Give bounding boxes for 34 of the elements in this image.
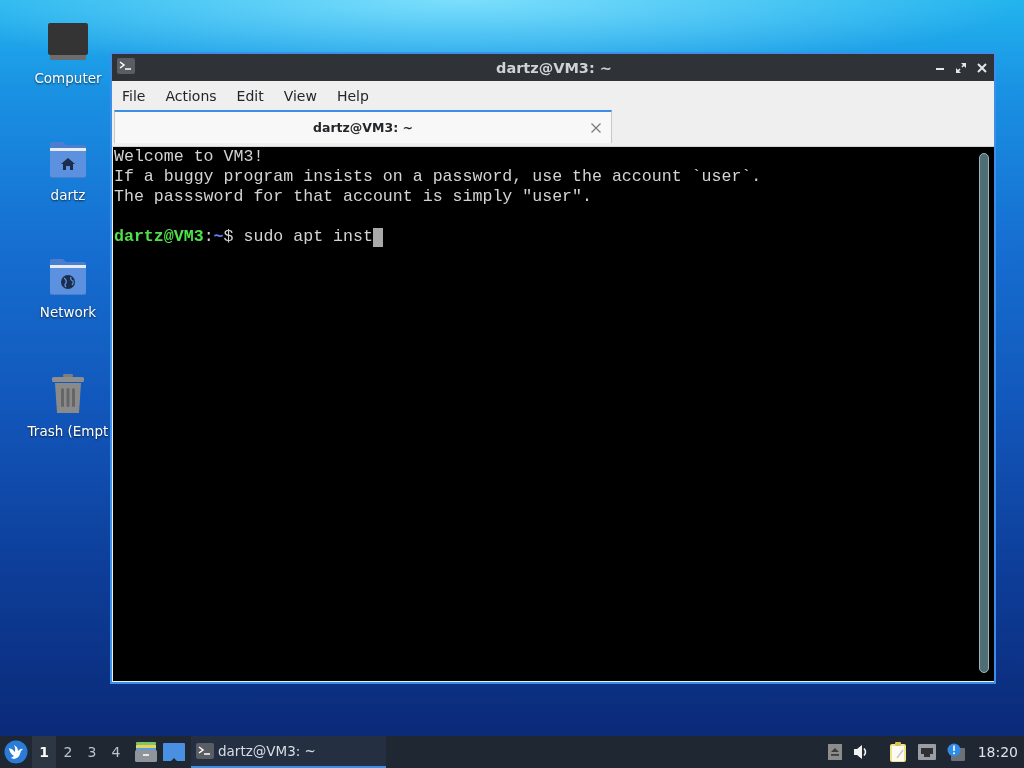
alert-icon[interactable] xyxy=(946,743,965,761)
home-folder-icon[interactable] xyxy=(48,139,88,179)
workspace-button[interactable]: 1 xyxy=(32,736,56,768)
shortcut-label[interactable]: Trash (Empt xyxy=(27,423,109,439)
network-port-icon[interactable] xyxy=(917,744,936,760)
terminal-output-line: If a buggy program insists on a password, use the account `user`. xyxy=(114,167,762,187)
command-text: sudo apt inst xyxy=(243,227,373,247)
scrollbar-thumb[interactable] xyxy=(979,153,989,673)
shell-prompt: dartz@VM3:~$ xyxy=(114,227,234,247)
menu-item[interactable]: Actions xyxy=(155,87,227,104)
shortcut-label[interactable]: Network xyxy=(39,304,97,320)
task-button[interactable]: dartz@VM3: ~ xyxy=(191,736,386,768)
window-title: dartz@VM3: ~ xyxy=(496,59,612,76)
terminal-output-line: The passsword for that account is simply "user". xyxy=(114,187,592,207)
workspace-button[interactable]: 3 xyxy=(80,736,104,768)
workspace-button[interactable]: 4 xyxy=(104,736,128,768)
terminal-output-line: Welcome to VM3! xyxy=(114,147,264,167)
terminal-tab[interactable]: dartz@VM3: ~ xyxy=(114,110,612,143)
clock-text[interactable]: 18:20 xyxy=(977,744,1018,760)
globe-folder-icon[interactable] xyxy=(48,256,88,296)
terminal-icon[interactable] xyxy=(196,743,214,759)
file-cabinet-icon[interactable] xyxy=(135,742,157,762)
menu-item[interactable]: Help xyxy=(326,87,379,104)
menu-item[interactable]: File xyxy=(112,87,156,104)
menu-item[interactable]: Edit xyxy=(226,87,274,104)
terminal-area[interactable]: Welcome to VM3! If a buggy program insists on a password, use the account `user`. The passsword for that account is simply "user". dartz@VM3:~$ sudo apt inst xyxy=(113,147,994,681)
clipboard-icon[interactable] xyxy=(888,742,907,762)
menu-item[interactable]: View xyxy=(273,87,327,104)
workspace-button[interactable]: 2 xyxy=(56,736,80,768)
speaker-icon[interactable] xyxy=(852,744,869,760)
monitor-icon[interactable] xyxy=(47,22,89,62)
shortcut-label[interactable]: dartz xyxy=(50,187,86,203)
terminal-icon[interactable] xyxy=(117,57,135,74)
eject-icon[interactable] xyxy=(827,744,842,760)
